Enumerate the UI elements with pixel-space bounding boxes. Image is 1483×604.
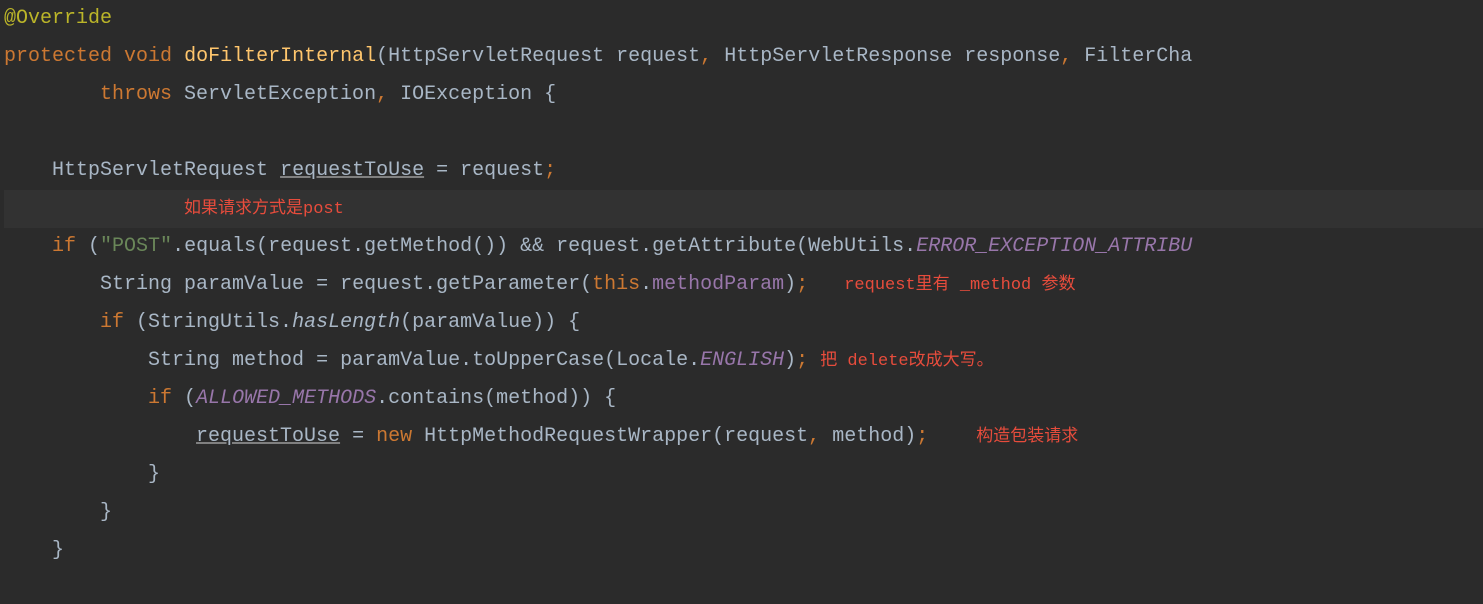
comment-annotation: request里有 _method 参数: [844, 276, 1075, 295]
code-line: protected void doFilterInternal(HttpServ…: [4, 38, 1483, 76]
keyword-new: new: [376, 425, 412, 448]
type: String: [148, 349, 232, 372]
exception: ServletException: [172, 83, 376, 106]
constant: ENGLISH: [700, 349, 784, 372]
variable: requestToUse: [280, 159, 424, 182]
comma: ,: [376, 83, 388, 106]
brace: }: [148, 463, 160, 486]
semicolon: ;: [796, 349, 808, 372]
params: (HttpServletRequest request: [376, 45, 700, 68]
constant: ALLOWED_METHODS: [196, 387, 376, 410]
code-line: throws ServletException, IOException {: [4, 76, 1483, 114]
code-editor[interactable]: @Override protected void doFilterInterna…: [0, 0, 1483, 570]
type: String: [100, 273, 184, 296]
brace: }: [52, 539, 64, 562]
code: (paramValue)) {: [400, 311, 580, 334]
code-line: if (ALLOWED_METHODS.contains(method)) {: [4, 380, 1483, 418]
code-line: if (StringUtils.hasLength(paramValue)) {: [4, 304, 1483, 342]
keyword-if: if: [100, 311, 124, 334]
brace: }: [100, 501, 112, 524]
constant: ERROR_EXCEPTION_ATTRIBU: [916, 235, 1192, 258]
string-literal: "POST": [100, 235, 172, 258]
variable: method: [232, 349, 304, 372]
comment-annotation: 构造包装请求: [976, 428, 1078, 447]
annotation: @Override: [4, 7, 112, 30]
comma: ,: [808, 425, 820, 448]
comma: ,: [700, 45, 712, 68]
comment-annotation: 把 delete改成大写。: [820, 352, 993, 371]
method-name: doFilterInternal: [184, 45, 376, 68]
assign: = request: [424, 159, 544, 182]
static-method: hasLength: [292, 311, 400, 334]
code-line: }: [4, 532, 1483, 570]
code: = request.getParameter(: [304, 273, 592, 296]
code: .equals(request.getMethod()) && request.…: [172, 235, 916, 258]
code: method): [820, 425, 916, 448]
field: methodParam: [652, 273, 784, 296]
code: .contains(method)) {: [376, 387, 616, 410]
code: = paramValue.toUpperCase(Locale.: [304, 349, 700, 372]
code-line: String paramValue = request.getParameter…: [4, 266, 1483, 304]
keyword-protected: protected: [4, 45, 112, 68]
comma: ,: [1060, 45, 1072, 68]
paren: (: [76, 235, 100, 258]
variable: requestToUse: [196, 425, 340, 448]
eq: =: [340, 425, 376, 448]
keyword-void: void: [124, 45, 172, 68]
keyword-throws: throws: [100, 83, 172, 106]
exception: IOException {: [388, 83, 556, 106]
paren: ): [784, 273, 796, 296]
code-line-highlighted: 如果请求方式是post: [4, 190, 1483, 228]
params: FilterCha: [1072, 45, 1192, 68]
code-line: String method = paramValue.toUpperCase(L…: [4, 342, 1483, 380]
code-line: }: [4, 456, 1483, 494]
code-line: @Override: [4, 0, 1483, 38]
keyword-if: if: [52, 235, 76, 258]
type: HttpServletRequest: [52, 159, 280, 182]
paren: ): [784, 349, 796, 372]
semicolon: ;: [916, 425, 928, 448]
semicolon: ;: [796, 273, 808, 296]
code-line: }: [4, 494, 1483, 532]
semicolon: ;: [544, 159, 556, 182]
keyword-if: if: [148, 387, 172, 410]
code: HttpMethodRequestWrapper(request: [412, 425, 808, 448]
dot: .: [640, 273, 652, 296]
code-line: requestToUse = new HttpMethodRequestWrap…: [4, 418, 1483, 456]
comment-annotation: 如果请求方式是post: [184, 200, 344, 219]
code: (StringUtils.: [124, 311, 292, 334]
code-line-blank: [4, 114, 1483, 152]
paren: (: [172, 387, 196, 410]
variable: paramValue: [184, 273, 304, 296]
code-line: HttpServletRequest requestToUse = reques…: [4, 152, 1483, 190]
code-line: if ("POST".equals(request.getMethod()) &…: [4, 228, 1483, 266]
params: HttpServletResponse response: [712, 45, 1060, 68]
keyword-this: this: [592, 273, 640, 296]
